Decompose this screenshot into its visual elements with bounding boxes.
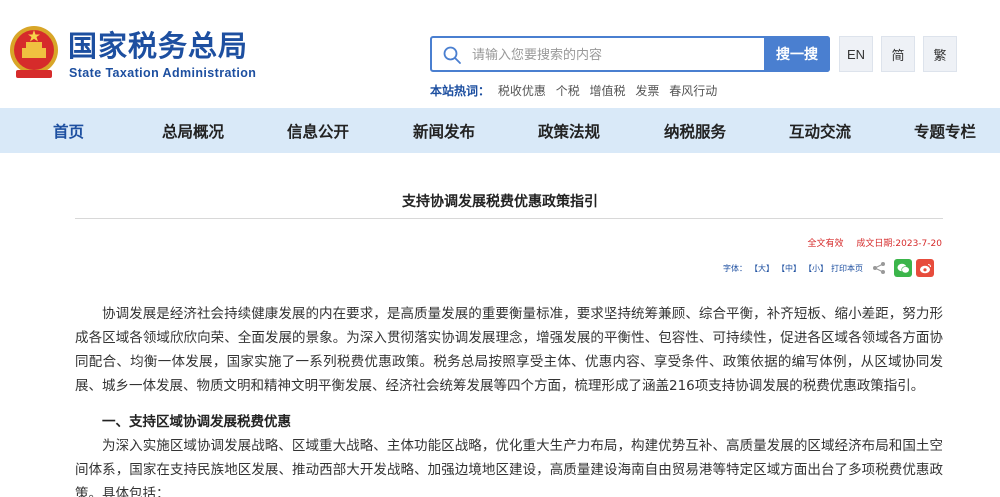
site-header: 国家税务总局 State Taxation Administration 搜一搜… bbox=[0, 0, 1000, 108]
weibo-share-icon[interactable] bbox=[916, 259, 934, 277]
document-date: 成文日期:2023-7-20 bbox=[856, 239, 942, 249]
font-large-button[interactable]: 【大】 bbox=[750, 263, 774, 274]
nav-home[interactable]: 首页 bbox=[53, 120, 84, 142]
lang-traditional-button[interactable]: 繁 bbox=[923, 36, 957, 72]
nav-overview[interactable]: 总局概况 bbox=[162, 120, 224, 142]
nav-public-info[interactable]: 信息公开 bbox=[287, 120, 349, 142]
title-divider bbox=[75, 218, 943, 219]
search-input[interactable] bbox=[472, 44, 762, 66]
hot-word-link[interactable]: 春风行动 bbox=[669, 84, 717, 98]
article-title: 支持协调发展税费优惠政策指引 bbox=[402, 194, 598, 210]
hot-words: 本站热词： 税收优惠 个税 增值税 发票 春风行动 bbox=[430, 82, 723, 99]
search-box: 搜一搜 bbox=[430, 36, 830, 72]
section-heading: 一、支持区域协调发展税费优惠 bbox=[102, 414, 291, 430]
site-logo-title[interactable]: 国家税务总局 bbox=[68, 28, 248, 64]
hot-word-link[interactable]: 个税 bbox=[556, 84, 580, 98]
hot-words-label: 本站热词： bbox=[430, 84, 491, 98]
print-button[interactable]: 打印本页 bbox=[831, 263, 863, 274]
hot-word-link[interactable]: 增值税 bbox=[590, 84, 626, 98]
article-paragraph: 为深入实施区域协调发展战略、区域重大战略、主体功能区战略，优化重大生产力布局，构… bbox=[75, 438, 943, 497]
nav-policies[interactable]: 政策法规 bbox=[538, 120, 600, 142]
nav-interaction[interactable]: 互动交流 bbox=[789, 120, 851, 142]
nav-tax-service[interactable]: 纳税服务 bbox=[664, 120, 726, 142]
share-icon[interactable] bbox=[872, 261, 886, 275]
lang-en-button[interactable]: EN bbox=[839, 36, 873, 72]
site-logo-subtitle[interactable]: State Taxation Administration bbox=[69, 66, 256, 80]
font-size-label: 字体： bbox=[723, 263, 747, 273]
search-button[interactable]: 搜一搜 bbox=[764, 36, 830, 72]
nav-news[interactable]: 新闻发布 bbox=[413, 120, 475, 142]
font-small-button[interactable]: 【小】 bbox=[804, 263, 828, 274]
validity-badge: 全文有效 bbox=[807, 239, 844, 249]
nav-special-topics[interactable]: 专题专栏 bbox=[914, 120, 976, 142]
wechat-share-icon[interactable] bbox=[894, 259, 912, 277]
national-emblem-icon[interactable] bbox=[8, 24, 60, 80]
main-nav: 首页 总局概况 信息公开 新闻发布 政策法规 纳税服务 互动交流 专题专栏 bbox=[0, 108, 1000, 153]
search-icon bbox=[443, 46, 461, 64]
font-medium-button[interactable]: 【中】 bbox=[777, 263, 801, 274]
article-tools: 字体： 【大】 【中】 【小】 打印本页 bbox=[723, 259, 934, 277]
hot-word-link[interactable]: 税收优惠 bbox=[498, 84, 546, 98]
lang-simplified-button[interactable]: 简 bbox=[881, 36, 915, 72]
hot-word-link[interactable]: 发票 bbox=[635, 84, 659, 98]
article-paragraph: 协调发展是经济社会持续健康发展的内在要求，是高质量发展的重要衡量标准，要求坚持统… bbox=[75, 306, 943, 394]
article-meta: 全文有效 成文日期:2023-7-20 bbox=[807, 236, 942, 249]
